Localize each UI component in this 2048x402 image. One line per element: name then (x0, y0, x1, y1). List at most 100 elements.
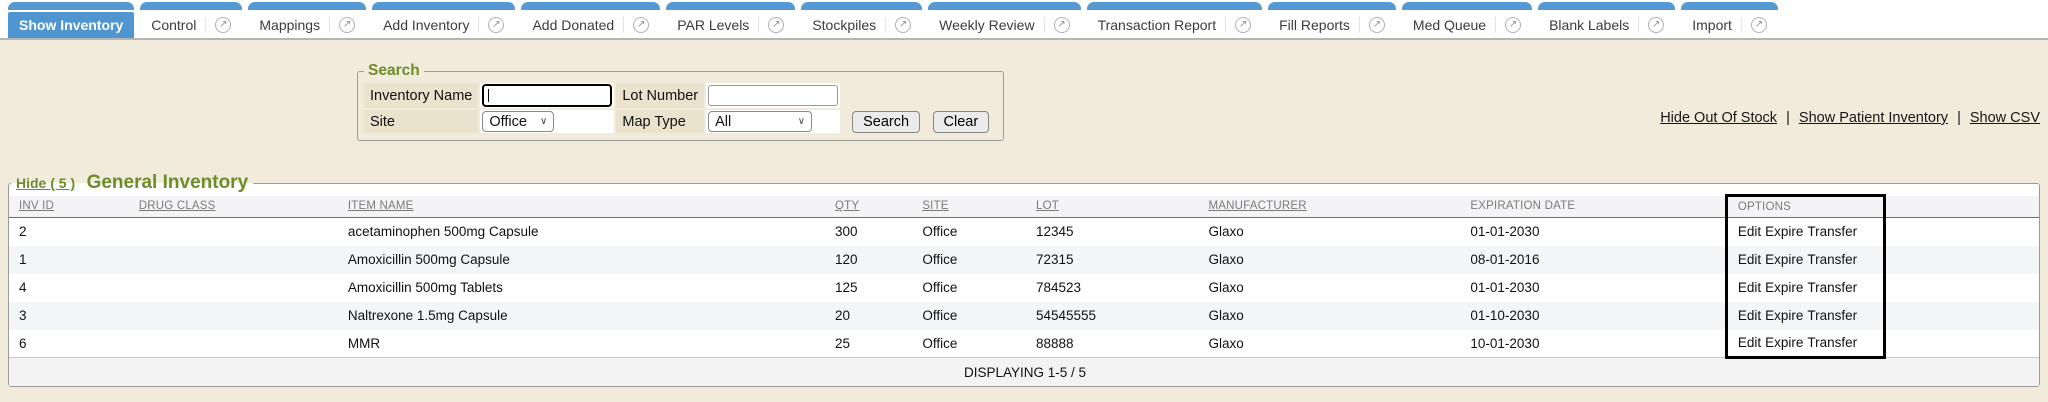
external-link-icon[interactable]: ↗ (329, 17, 355, 33)
external-link-icon[interactable]: ↗ (1495, 17, 1521, 33)
cell-spacer (1885, 330, 2039, 358)
transfer-link[interactable]: Transfer (1807, 280, 1857, 295)
cell-lot: 72315 (1026, 246, 1199, 274)
show-patient-inventory-link[interactable]: Show Patient Inventory (1799, 110, 1948, 126)
table-header-row: INV ID DRUG CLASS ITEM NAME QTY SITE LOT… (9, 196, 2039, 218)
search-panel-legend: Search (364, 62, 424, 80)
tab-med-queue[interactable]: Med Queue ↗ (1402, 2, 1532, 38)
external-link-icon[interactable]: ↗ (205, 17, 231, 33)
external-link-icon[interactable]: ↗ (478, 17, 504, 33)
hide-out-of-stock-link[interactable]: Hide Out Of Stock (1660, 110, 1777, 126)
edit-link[interactable]: Edit (1738, 252, 1761, 267)
column-header-site[interactable]: SITE (912, 196, 1026, 218)
lot-number-label: Lot Number (616, 83, 704, 108)
cell-qty: 20 (825, 302, 912, 330)
cell-item-name: Amoxicillin 500mg Tablets (338, 274, 825, 302)
tab-add-inventory[interactable]: Add Inventory ↗ (372, 2, 515, 38)
cell-lot: 12345 (1026, 218, 1199, 246)
column-header-drug-class[interactable]: DRUG CLASS (129, 196, 338, 218)
column-header-manufacturer[interactable]: MANUFACTURER (1199, 196, 1461, 218)
external-link-icon[interactable]: ↗ (885, 17, 911, 33)
cell-expiration-date: 10-01-2030 (1460, 330, 1726, 358)
clear-button[interactable]: Clear (933, 111, 990, 133)
tab-show-inventory[interactable]: Show Inventory (8, 2, 134, 38)
general-inventory-legend: Hide ( 5 ) General Inventory (11, 172, 253, 194)
tab-mappings[interactable]: Mappings ↗ (248, 2, 366, 38)
cell-lot: 88888 (1026, 330, 1199, 358)
edit-link[interactable]: Edit (1738, 280, 1761, 295)
displaying-count: DISPLAYING 1-5 / 5 (9, 358, 2039, 386)
column-header-item-name[interactable]: ITEM NAME (338, 196, 825, 218)
search-panel: Search Inventory Name Lot Number Site Of… (357, 62, 1004, 141)
general-inventory-panel: Hide ( 5 ) General Inventory INV ID DRUG… (8, 172, 2040, 387)
site-select[interactable]: Office∨ (482, 111, 554, 132)
expire-link[interactable]: Expire (1765, 335, 1803, 350)
expire-link[interactable]: Expire (1765, 252, 1803, 267)
chevron-down-icon: ∨ (798, 116, 805, 127)
hide-section-link[interactable]: Hide ( 5 ) (16, 175, 75, 191)
site-label: Site (364, 110, 478, 133)
tab-label: Control (151, 17, 196, 33)
tab-accent-strip (140, 2, 242, 10)
show-csv-link[interactable]: Show CSV (1970, 110, 2040, 126)
transfer-link[interactable]: Transfer (1807, 335, 1857, 350)
transfer-link[interactable]: Transfer (1807, 224, 1857, 239)
edit-link[interactable]: Edit (1738, 308, 1761, 323)
cell-site: Office (912, 330, 1026, 358)
tab-accent-strip (1681, 2, 1778, 10)
external-link-icon[interactable]: ↗ (758, 17, 784, 33)
tab-label: Transaction Report (1098, 17, 1217, 33)
external-link-icon[interactable]: ↗ (623, 17, 649, 33)
search-button[interactable]: Search (852, 111, 920, 133)
tab-accent-strip (1087, 2, 1263, 10)
tab-label: Weekly Review (939, 17, 1034, 33)
edit-link[interactable]: Edit (1738, 335, 1761, 350)
tab-transaction-report[interactable]: Transaction Report ↗ (1087, 2, 1263, 38)
tab-blank-labels[interactable]: Blank Labels ↗ (1538, 2, 1675, 38)
table-row: 6 MMR 25 Office 88888 Glaxo 10-01-2030 E… (9, 330, 2039, 358)
expire-link[interactable]: Expire (1765, 280, 1803, 295)
tab-fill-reports[interactable]: Fill Reports ↗ (1268, 2, 1396, 38)
external-link-icon[interactable]: ↗ (1741, 17, 1767, 33)
expire-link[interactable]: Expire (1765, 224, 1803, 239)
cell-options: Edit Expire Transfer (1726, 274, 1884, 302)
cell-expiration-date: 01-01-2030 (1460, 218, 1726, 246)
edit-link[interactable]: Edit (1738, 224, 1761, 239)
link-separator: | (1957, 110, 1961, 126)
transfer-link[interactable]: Transfer (1807, 252, 1857, 267)
cell-item-name: Naltrexone 1.5mg Capsule (338, 302, 825, 330)
column-header-lot[interactable]: LOT (1026, 196, 1199, 218)
inventory-name-input[interactable] (482, 84, 612, 107)
cell-drug-class (129, 218, 338, 246)
cell-site: Office (912, 274, 1026, 302)
column-header-spacer (1885, 196, 2039, 218)
column-header-qty[interactable]: QTY (825, 196, 912, 218)
tab-control[interactable]: Control ↗ (140, 2, 242, 38)
tab-weekly-review[interactable]: Weekly Review ↗ (928, 2, 1080, 38)
table-row: 1 Amoxicillin 500mg Capsule 120 Office 7… (9, 246, 2039, 274)
tab-par-levels[interactable]: PAR Levels ↗ (666, 2, 795, 38)
tab-accent-strip (372, 2, 515, 10)
tab-accent-strip (1402, 2, 1532, 10)
cell-options: Edit Expire Transfer (1726, 302, 1884, 330)
top-nav: Show Inventory Control ↗ Mappings ↗ Add … (0, 0, 2048, 40)
lot-number-input[interactable] (708, 85, 838, 106)
cell-manufacturer: Glaxo (1199, 218, 1461, 246)
tab-add-donated[interactable]: Add Donated ↗ (521, 2, 660, 38)
view-links: Hide Out Of Stock | Show Patient Invento… (1660, 110, 2040, 126)
cell-qty: 25 (825, 330, 912, 358)
external-link-icon[interactable]: ↗ (1638, 17, 1664, 33)
external-link-icon[interactable]: ↗ (1359, 17, 1385, 33)
external-link-icon[interactable]: ↗ (1044, 17, 1070, 33)
tab-label: Stockpiles (812, 17, 876, 33)
tab-stockpiles[interactable]: Stockpiles ↗ (801, 2, 922, 38)
external-link-icon[interactable]: ↗ (1225, 17, 1251, 33)
inventory-name-label: Inventory Name (364, 83, 478, 108)
expire-link[interactable]: Expire (1765, 308, 1803, 323)
cell-drug-class (129, 246, 338, 274)
tab-accent-strip (521, 2, 660, 10)
map-type-select[interactable]: All∨ (708, 111, 812, 132)
transfer-link[interactable]: Transfer (1807, 308, 1857, 323)
column-header-inv-id[interactable]: INV ID (9, 196, 129, 218)
tab-import[interactable]: Import ↗ (1681, 2, 1778, 38)
